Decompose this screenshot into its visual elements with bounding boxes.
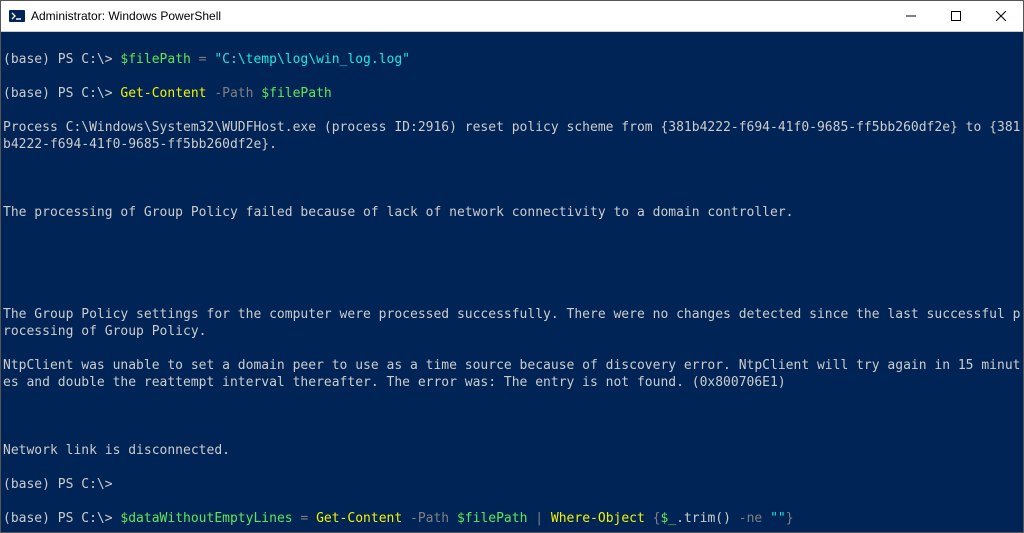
output-line: Process C:\Windows\System32\WUDFHost.exe… — [3, 119, 1021, 153]
variable: $_ — [660, 511, 676, 526]
cmd-line: (base) PS C:\> Get-Content -Path $filePa… — [3, 85, 1021, 102]
flag: -Path — [207, 86, 262, 101]
cmdlet: Get-Content — [316, 511, 402, 526]
prompt-line: (base) PS C:\> — [3, 476, 1021, 493]
output-line: NtpClient was unable to set a domain pee… — [3, 357, 1021, 391]
console-area[interactable]: (base) PS C:\> $filePath = "C:\temp\log\… — [1, 32, 1023, 532]
maximize-button[interactable] — [933, 1, 978, 31]
equals-op: = — [191, 52, 214, 67]
output-line: Network link is disconnected. — [3, 442, 1021, 459]
window-title: Administrator: Windows PowerShell — [31, 9, 888, 23]
brace: { — [645, 511, 661, 526]
cmdlet: Where-Object — [551, 511, 645, 526]
flag: -Path — [402, 511, 457, 526]
output-blank — [3, 170, 1021, 187]
method-call: .trim() — [676, 511, 731, 526]
powershell-icon — [9, 8, 25, 24]
brace: } — [786, 511, 794, 526]
string-literal: "" — [770, 511, 786, 526]
variable: $filePath — [457, 511, 527, 526]
string-literal: "C:\temp\log\win_log.log" — [214, 52, 410, 67]
cmd-line: (base) PS C:\> $dataWithoutEmptyLines = … — [3, 510, 1021, 527]
minimize-button[interactable] — [888, 1, 933, 31]
variable: $dataWithoutEmptyLines — [120, 511, 292, 526]
equals-op: = — [293, 511, 316, 526]
output-blank — [3, 238, 1021, 255]
prompt-text: (base) PS C:\> — [3, 86, 113, 101]
powershell-window: Administrator: Windows PowerShell (base)… — [0, 0, 1024, 533]
pipe: | — [527, 511, 550, 526]
output-line: The Group Policy settings for the comput… — [3, 306, 1021, 340]
variable: $filePath — [261, 86, 331, 101]
operator: -ne — [731, 511, 770, 526]
output-blank — [3, 408, 1021, 425]
close-button[interactable] — [978, 1, 1023, 31]
output-line: The processing of Group Policy failed be… — [3, 204, 1021, 221]
cmdlet: Get-Content — [120, 86, 206, 101]
output-blank — [3, 272, 1021, 289]
titlebar[interactable]: Administrator: Windows PowerShell — [1, 1, 1023, 32]
prompt-text: (base) PS C:\> — [3, 52, 113, 67]
cmd-line: (base) PS C:\> $filePath = "C:\temp\log\… — [3, 51, 1021, 68]
prompt-text: (base) PS C:\> — [3, 511, 113, 526]
variable: $filePath — [120, 52, 190, 67]
